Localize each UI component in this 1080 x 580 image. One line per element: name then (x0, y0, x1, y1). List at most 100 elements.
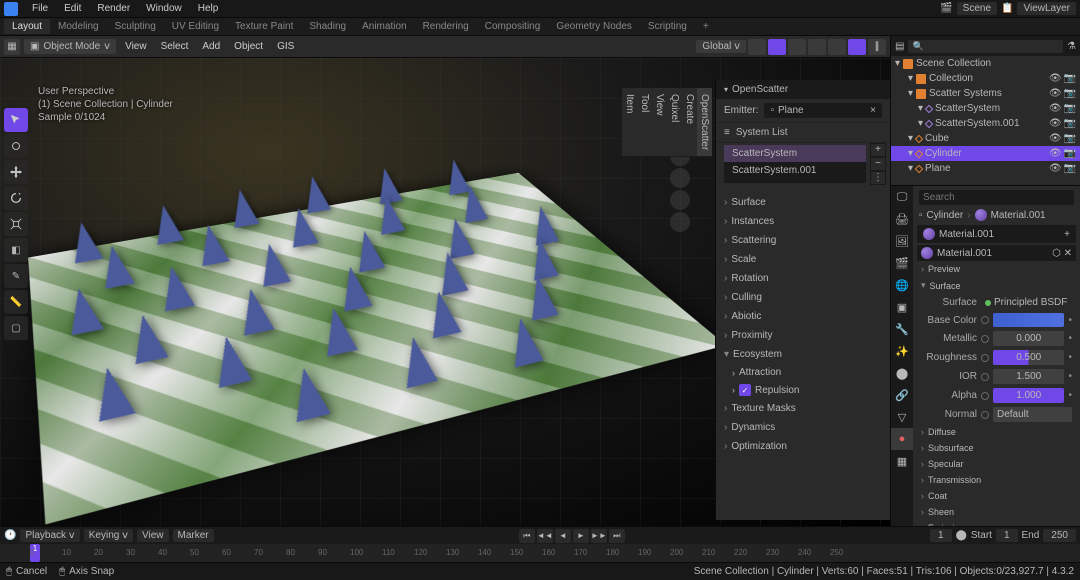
tl-jump-end[interactable]: ⏭ (609, 529, 625, 543)
prop-sheen[interactable]: Sheen (917, 504, 1076, 520)
shading-solid-btn[interactable] (808, 39, 826, 55)
checkbox-icon[interactable]: ✓ (739, 384, 751, 396)
prop-preview[interactable]: Preview (917, 261, 1076, 277)
tl-current-frame[interactable]: 1 (930, 529, 952, 542)
tl-autokey[interactable]: ⬤ (956, 530, 967, 541)
filter-icon[interactable]: ⚗ (1067, 41, 1076, 52)
mode-select[interactable]: ▣ Object Mode ⅴ (24, 39, 116, 54)
editor-type-icon[interactable]: ▦ (4, 39, 20, 55)
outliner-search[interactable]: 🔍 (908, 40, 1063, 53)
menu-file[interactable]: File (24, 3, 56, 14)
tl-end-field[interactable]: 250 (1043, 529, 1076, 542)
ws-animation[interactable]: Animation (354, 19, 414, 34)
out-item[interactable]: ▾Scatter Systems👁📷 (891, 86, 1080, 101)
menu-edit[interactable]: Edit (56, 3, 89, 14)
ptab-scene[interactable]: 🎬 (891, 252, 913, 274)
out-item[interactable]: ▾ScatterSystem👁📷 (891, 101, 1080, 116)
tl-next-key[interactable]: ►► (591, 529, 607, 543)
link-icon[interactable] (981, 335, 989, 343)
prop-coat[interactable]: Coat (917, 488, 1076, 504)
nav-persp-btn[interactable] (670, 212, 690, 232)
link-icon[interactable] (981, 354, 989, 362)
tool-scale[interactable] (4, 212, 28, 236)
vh-view[interactable]: View (120, 41, 152, 52)
ntab-quixel[interactable]: Quixel (667, 88, 682, 157)
snap-btn[interactable] (748, 39, 766, 55)
prop-transmission[interactable]: Transmission (917, 472, 1076, 488)
menu-help[interactable]: Help (190, 3, 227, 14)
os-culling[interactable]: Culling (716, 288, 890, 307)
ws-compositing[interactable]: Compositing (477, 19, 549, 34)
shading-rendered-btn[interactable] (848, 39, 866, 55)
ptab-physics[interactable]: ⬤ (891, 362, 913, 384)
add-slot-btn[interactable]: + (1064, 229, 1070, 240)
out-item[interactable]: ▾Collection👁📷 (891, 71, 1080, 86)
ptab-material[interactable]: ● (891, 428, 913, 450)
orientation-select[interactable]: Global ⅴ (696, 40, 746, 53)
roughness-field[interactable]: 0.500 (993, 350, 1064, 365)
os-abiotic[interactable]: Abiotic (716, 307, 890, 326)
os-add-system-btn[interactable]: + (870, 143, 886, 157)
ntab-create[interactable]: Create (682, 88, 697, 157)
scene-name-field[interactable]: Scene (957, 2, 997, 15)
pause-render-btn[interactable]: ∥ (868, 39, 886, 55)
os-optimization[interactable]: Optimization (716, 437, 890, 456)
out-root[interactable]: ▾ Scene Collection (891, 56, 1080, 71)
viewlayer-field[interactable]: ViewLayer (1017, 2, 1076, 15)
ptab-render[interactable]: 🖵 (891, 186, 913, 208)
ptab-viewlayer[interactable]: 🖼 (891, 230, 913, 252)
os-texmasks[interactable]: Texture Masks (716, 399, 890, 418)
close-icon[interactable]: × (870, 105, 876, 116)
out-item[interactable]: ▾Cylinder👁📷 (891, 146, 1080, 161)
os-rotation[interactable]: Rotation (716, 269, 890, 288)
viewport-3d[interactable]: User Perspective (1) Scene Collection | … (0, 58, 890, 526)
ptab-object[interactable]: ▣ (891, 296, 913, 318)
blender-icon[interactable] (4, 2, 18, 16)
ntab-tool[interactable]: Tool (637, 88, 652, 157)
alpha-field[interactable]: 1.000 (993, 388, 1064, 403)
prop-emission[interactable]: Emission (917, 520, 1076, 526)
ws-shading[interactable]: Shading (301, 19, 354, 34)
os-system-item[interactable]: ScatterSystem.001 (724, 162, 866, 179)
outliner-icon[interactable]: ▤ (895, 41, 904, 52)
ptab-modifiers[interactable]: 🔧 (891, 318, 913, 340)
tool-measure[interactable]: 📏 (4, 290, 28, 314)
prop-subsurface[interactable]: Subsurface (917, 440, 1076, 456)
prop-specular[interactable]: Specular (917, 456, 1076, 472)
os-proximity[interactable]: Proximity (716, 326, 890, 345)
tl-marker[interactable]: Marker (173, 529, 214, 542)
material-name-field[interactable]: Material.001 ⬡ ✕ (917, 245, 1076, 261)
tl-view[interactable]: View (137, 529, 169, 542)
os-menu-btn[interactable]: ⋮ (870, 171, 886, 185)
vh-add[interactable]: Add (197, 41, 225, 52)
ws-scripting[interactable]: Scripting (640, 19, 695, 34)
tool-move[interactable] (4, 160, 28, 184)
os-emitter-field[interactable]: ▫ Plane × (764, 103, 882, 118)
nav-camera-btn[interactable] (670, 190, 690, 210)
ptab-world[interactable]: 🌐 (891, 274, 913, 296)
ws-modeling[interactable]: Modeling (50, 19, 107, 34)
tool-annotate[interactable]: ✎ (4, 264, 28, 288)
proportional-btn[interactable] (768, 39, 786, 55)
shader-select[interactable]: Principled BSDF (981, 296, 1071, 309)
tl-prev-key[interactable]: ◄◄ (537, 529, 553, 543)
menu-render[interactable]: Render (89, 3, 138, 14)
os-repulsion[interactable]: ✓ Repulsion (716, 381, 890, 399)
tool-transform[interactable]: ◧ (4, 238, 28, 262)
os-instances[interactable]: Instances (716, 212, 890, 231)
ws-geonodes[interactable]: Geometry Nodes (548, 19, 640, 34)
ptab-data[interactable]: ▽ (891, 406, 913, 428)
ws-sculpting[interactable]: Sculpting (107, 19, 164, 34)
ntab-item[interactable]: Item (622, 88, 637, 157)
os-title[interactable]: OpenScatter (716, 80, 890, 99)
tl-keying[interactable]: Keying ⅴ (84, 529, 133, 542)
ptab-texture[interactable]: ▦ (891, 450, 913, 472)
metallic-field[interactable]: 0.000 (993, 331, 1064, 346)
ntab-openscatter[interactable]: OpenScatter (697, 88, 712, 157)
link-icon[interactable] (981, 316, 989, 324)
material-slot[interactable]: Material.001 + (917, 225, 1076, 243)
vh-gis[interactable]: GIS (272, 41, 299, 52)
link-icon[interactable] (981, 392, 989, 400)
ws-texpaint[interactable]: Texture Paint (227, 19, 301, 34)
os-dynamics[interactable]: Dynamics (716, 418, 890, 437)
